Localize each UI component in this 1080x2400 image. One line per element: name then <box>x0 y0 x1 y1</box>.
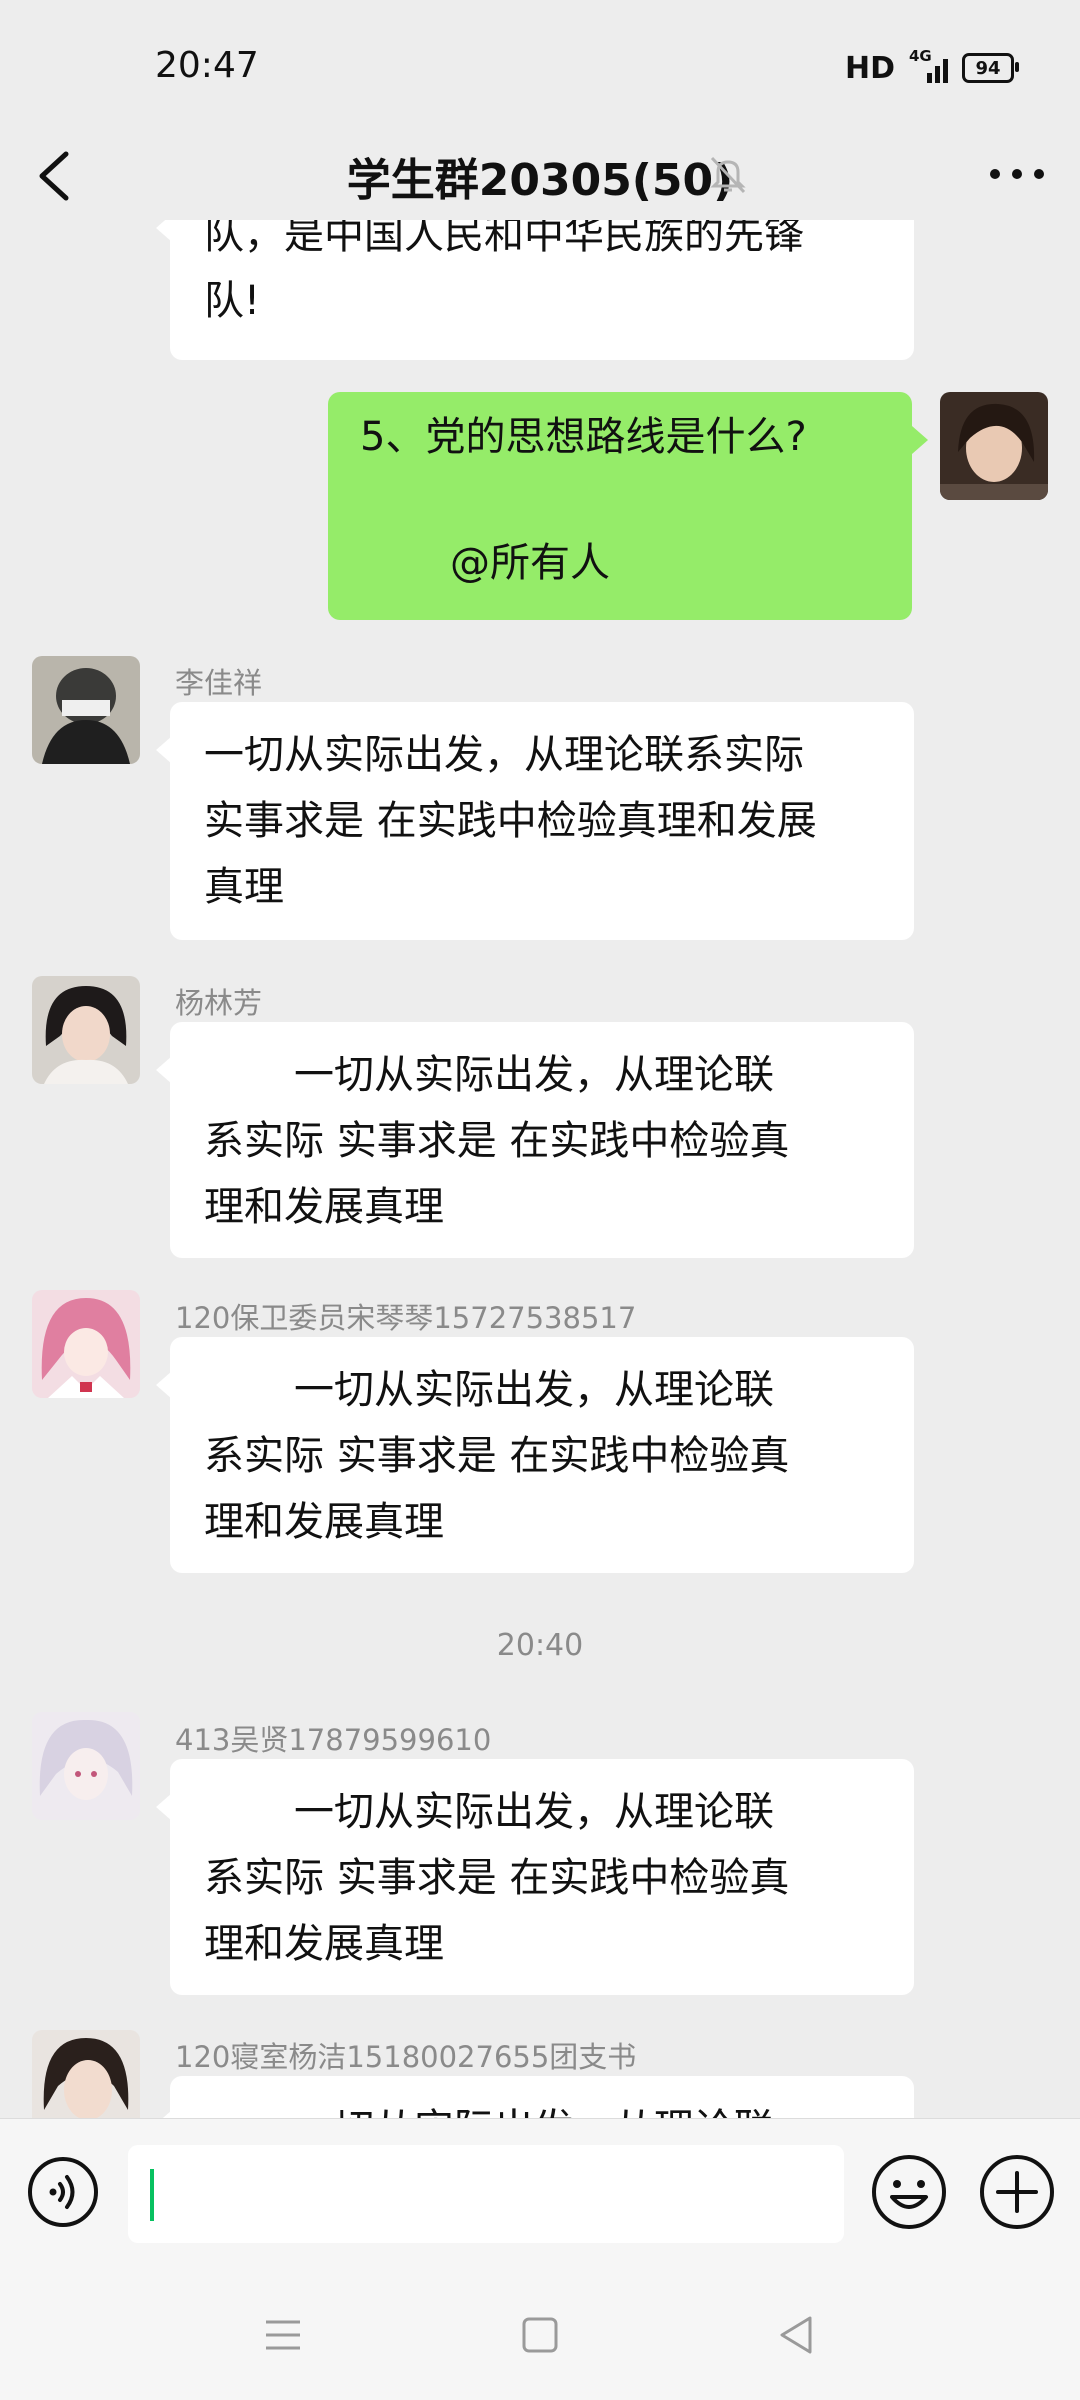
avatar[interactable] <box>32 976 140 1084</box>
menu-icon[interactable] <box>256 2308 310 2362</box>
message-line: 系实际 实事求是 在实践中检验真 <box>204 1855 790 1901</box>
hd-indicator: HD <box>844 50 895 86</box>
message-line: 理和发展真理 <box>204 1499 444 1545</box>
message-line: 一切从实际出发，从理论联 <box>294 1789 774 1835</box>
message-input[interactable] <box>128 2145 844 2243</box>
system-navigation-bar <box>0 2270 1080 2400</box>
message-line: 理和发展真理 <box>204 1184 444 1230</box>
message-line: 5、党的思想路线是什么? <box>360 414 807 460</box>
own-message-bubble[interactable]: 5、党的思想路线是什么? @所有人 <box>328 392 928 620</box>
message-line: 队! <box>204 278 261 324</box>
sender-name: 120寝室杨洁15180027655团支书 <box>175 2040 637 2074</box>
message-line: 系实际 实事求是 在实践中检验真 <box>204 1118 790 1164</box>
battery-icon: 94 <box>962 53 1019 83</box>
network-type: 4G <box>909 47 932 65</box>
status-time: 20:47 <box>155 45 259 86</box>
sender-name: 杨林芳 <box>175 986 263 1020</box>
chat-header: 学生群20305(50) <box>0 130 1080 220</box>
message-line: 一切从实际出发，从理论联 <box>294 1367 774 1413</box>
chat-title: 学生群20305(50) <box>346 155 734 206</box>
message-bubble[interactable]: 一切从实际出发，从理论联 系实际 实事求是 在实践中检验真 理和发展真理 <box>156 1337 914 1573</box>
message-line: 队，是中国人民和中华民族的先锋 <box>204 220 804 258</box>
plus-icon[interactable] <box>978 2153 1056 2231</box>
battery-level: 94 <box>975 57 1001 79</box>
message-bubble[interactable]: 一切从实际出发，从理论联 系实际 实事求是 在实践中检验真 理和发展真理 <box>156 1759 914 1995</box>
message-line <box>360 470 880 530</box>
time-separator: 20:40 <box>496 1628 584 1663</box>
more-dots-icon[interactable] <box>984 156 1050 192</box>
message-line: 一切从实际出发，从理论联 <box>204 2096 880 2118</box>
message-bubble[interactable]: 一切从实际出发，从理论联 <box>156 2076 914 2118</box>
home-icon[interactable] <box>513 2308 567 2362</box>
message-line: 实事求是 在实践中检验真理和发展 <box>204 798 817 844</box>
message-list[interactable]: 队，是中国人民和中华民族的先锋 队! 5、党的思想路线是什么? @所有人 李佳祥… <box>0 220 1080 2118</box>
status-bar: 20:47 HD 4G 94 <box>0 0 1080 130</box>
message-line: 一切从实际出发，从理论联 <box>294 1052 774 1098</box>
signal-icon: 4G <box>909 47 948 83</box>
bell-off-icon <box>710 156 746 194</box>
mention-all[interactable]: @所有人 <box>450 540 610 586</box>
voice-icon[interactable] <box>26 2155 100 2229</box>
message-line: @所有人 <box>360 530 880 596</box>
avatar[interactable] <box>32 1712 140 1820</box>
text-caret <box>150 2169 154 2221</box>
message-line: 理和发展真理 <box>204 1921 444 1967</box>
message-bubble[interactable]: 队，是中国人民和中华民族的先锋 队! <box>156 220 914 360</box>
sender-name: 李佳祥 <box>175 666 263 700</box>
avatar[interactable] <box>940 392 1048 500</box>
triangle-back-icon[interactable] <box>770 2308 824 2362</box>
message-line: 系实际 实事求是 在实践中检验真 <box>204 1433 790 1479</box>
message-line: 一切从实际出发，从理论联系实际 <box>204 732 804 778</box>
avatar[interactable] <box>32 656 140 764</box>
avatar[interactable] <box>32 1290 140 1398</box>
sender-name: 120保卫委员宋琴琴15727538517 <box>175 1301 637 1335</box>
message-bubble[interactable]: 一切从实际出发，从理论联系实际 实事求是 在实践中检验真理和发展 真理 <box>156 702 914 940</box>
avatar[interactable] <box>32 2030 140 2118</box>
status-indicators: HD 4G 94 <box>844 47 1019 88</box>
message-line: 真理 <box>204 864 284 910</box>
sender-name: 413吴贤17879599610 <box>175 1723 492 1757</box>
message-bubble[interactable]: 一切从实际出发，从理论联 系实际 实事求是 在实践中检验真 理和发展真理 <box>156 1022 914 1258</box>
input-bar <box>0 2118 1080 2271</box>
emoji-icon[interactable] <box>870 2153 948 2231</box>
